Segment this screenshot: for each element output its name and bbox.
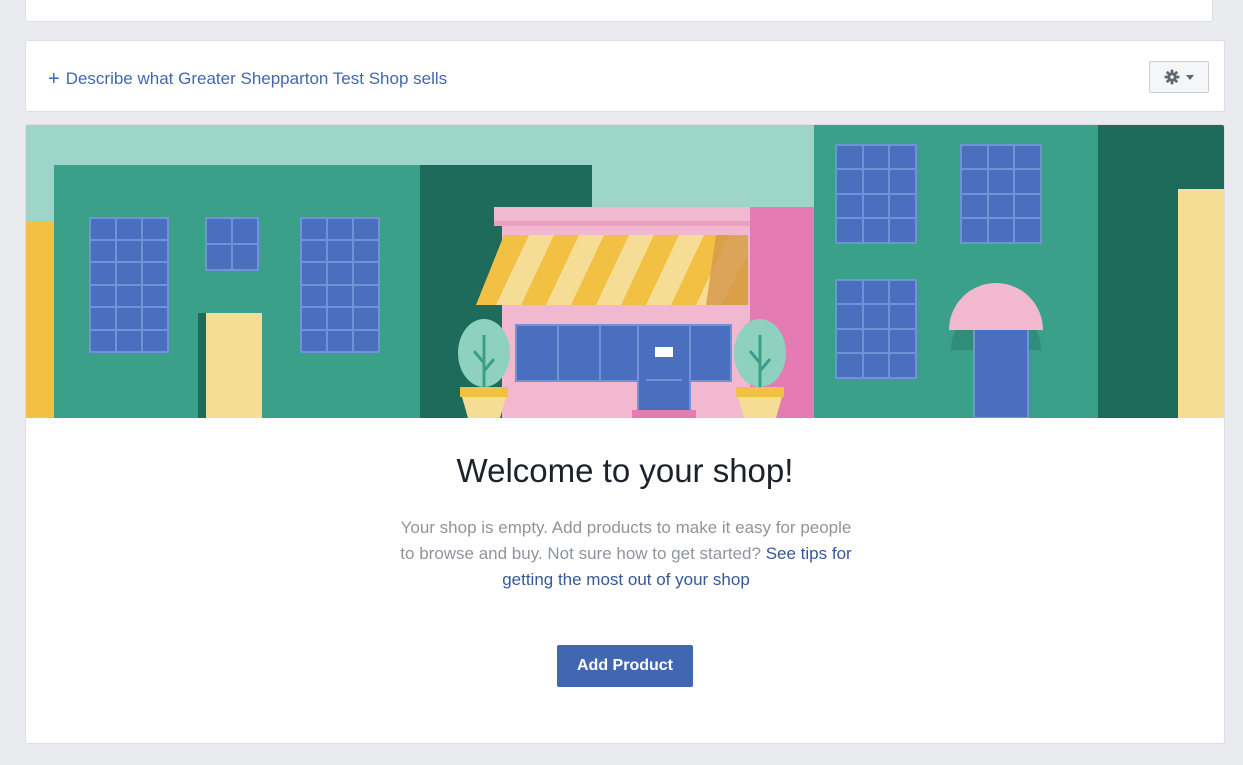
describe-shop-link[interactable]: + Describe what Greater Shepparton Test S… — [48, 67, 447, 90]
shop-description-card: + Describe what Greater Shepparton Test S… — [25, 40, 1225, 112]
storefront-illustration — [26, 125, 1224, 418]
gear-icon — [1164, 69, 1180, 85]
shop-welcome-card: Welcome to your shop! Your shop is empty… — [25, 124, 1225, 744]
welcome-description: Your shop is empty. Add products to make… — [396, 515, 856, 593]
welcome-title: Welcome to your shop! — [456, 452, 794, 489]
plus-icon: + — [48, 68, 60, 90]
add-product-button[interactable]: Add Product — [557, 645, 693, 687]
describe-shop-label: Describe what Greater Shepparton Test Sh… — [65, 69, 448, 88]
settings-dropdown-button[interactable] — [1149, 61, 1209, 93]
previous-card — [25, 0, 1213, 22]
caret-down-icon — [1186, 74, 1194, 80]
